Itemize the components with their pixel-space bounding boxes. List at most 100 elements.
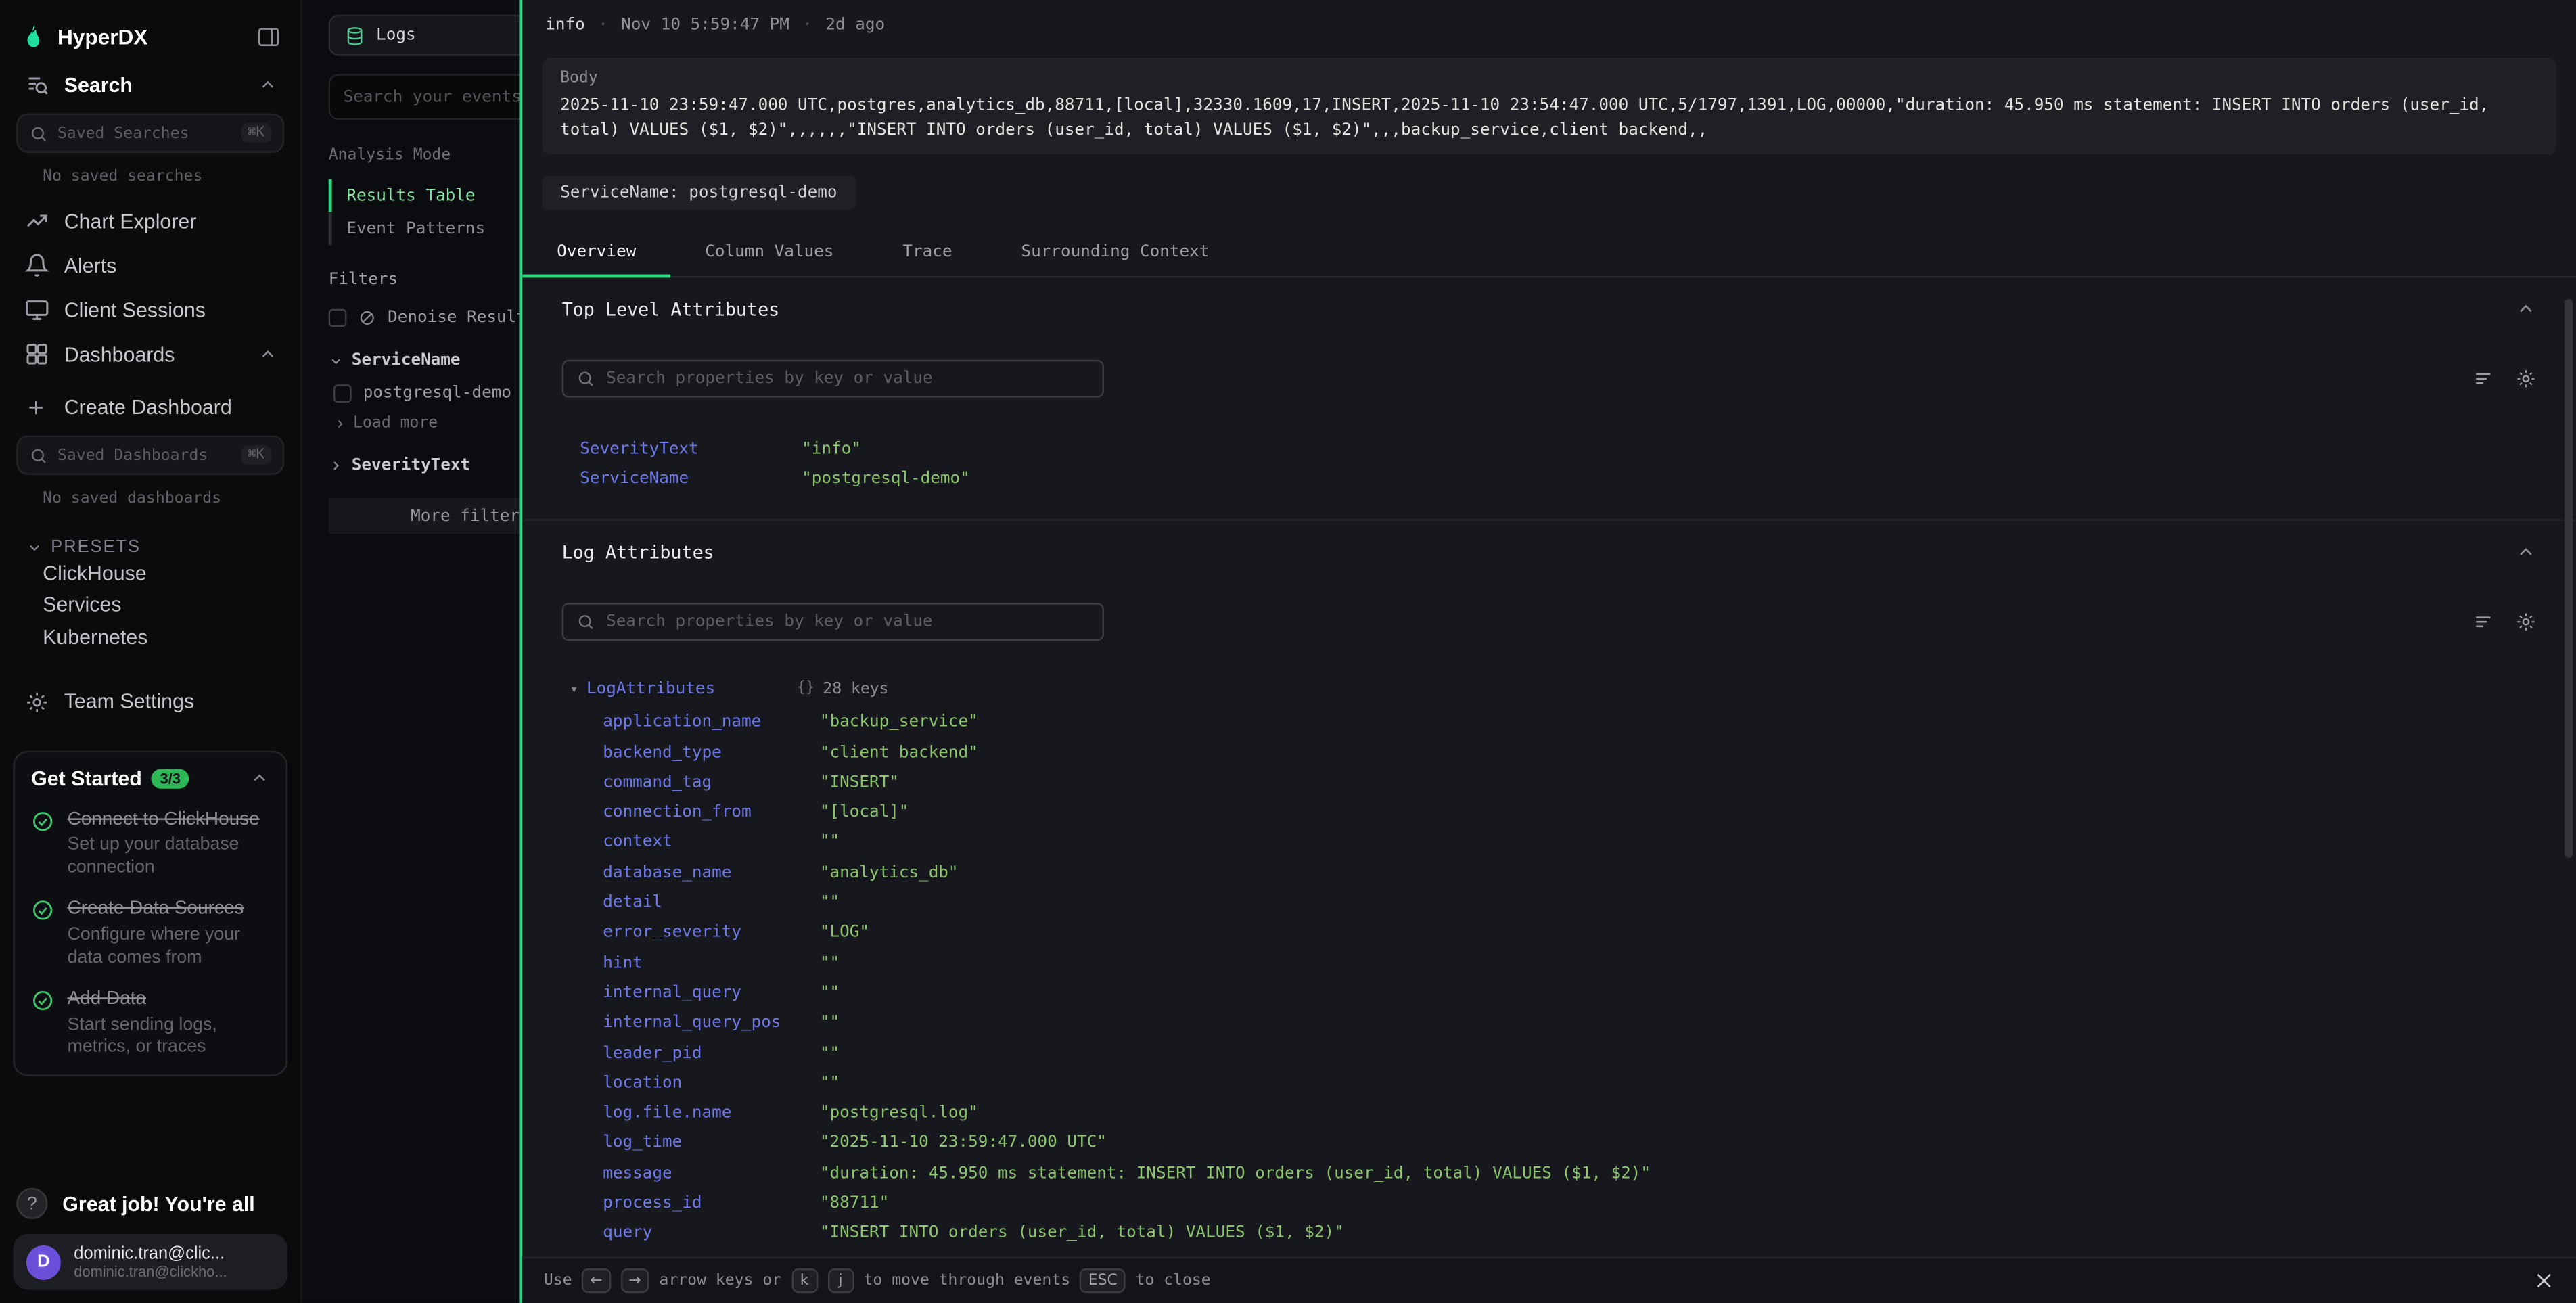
detail-tab[interactable]: Trace	[868, 229, 986, 276]
nav-team-settings[interactable]: Team Settings	[13, 679, 288, 724]
facet-value-checkbox[interactable]	[334, 384, 352, 403]
property-search-box[interactable]	[562, 602, 1104, 640]
get-started-item[interactable]: Add Data Start sending logs, metrics, or…	[31, 988, 269, 1060]
log-attributes-root[interactable]: ▾ LogAttributes {} 28 keys	[562, 673, 2537, 704]
attribute-row[interactable]: leader_pid ""	[603, 1038, 2536, 1068]
preset-dashboard-item[interactable]: Services	[13, 589, 288, 621]
attribute-key: SeverityText	[580, 440, 802, 458]
nav-alerts[interactable]: Alerts	[13, 243, 288, 288]
create-dashboard-button[interactable]: Create Dashboard	[13, 384, 288, 429]
help-icon[interactable]: ?	[16, 1188, 47, 1219]
saved-dashboards-search[interactable]: ⌘K	[16, 436, 284, 475]
detail-tab[interactable]: Column Values	[670, 229, 868, 276]
nav-client-sessions[interactable]: Client Sessions	[13, 288, 288, 332]
nav-search[interactable]: Search	[13, 62, 288, 107]
attribute-row[interactable]: location ""	[603, 1068, 2536, 1098]
chevron-up-icon[interactable]	[258, 344, 277, 364]
more-filters-button[interactable]: More filters	[329, 498, 520, 534]
scrollbar-thumb[interactable]	[2564, 299, 2573, 858]
chevron-up-icon[interactable]	[2515, 299, 2537, 321]
analysis-mode-option[interactable]: Event Patterns	[329, 212, 520, 245]
grid-icon	[23, 342, 49, 366]
event-relative-time: 2d ago	[825, 16, 885, 34]
event-search-box[interactable]	[329, 74, 520, 120]
facet-severitytext-header[interactable]: SeverityText	[329, 457, 520, 475]
list-view-icon[interactable]	[2472, 368, 2494, 390]
detail-tab[interactable]: Surrounding Context	[987, 229, 1244, 276]
settings-gear-icon[interactable]	[2515, 610, 2537, 632]
get-started-header[interactable]: Get Started 3/3	[31, 767, 269, 790]
property-search-input[interactable]	[606, 369, 1089, 388]
facet-value-row[interactable]: postgresql-demo	[334, 384, 519, 403]
section-title: Log Attributes	[562, 541, 714, 563]
get-started-item-desc: Set up your database connection	[68, 834, 268, 879]
attribute-row[interactable]: internal_query ""	[603, 978, 2536, 1008]
facet-value-label: postgresql-demo	[363, 384, 511, 403]
chevron-down-icon	[26, 539, 43, 555]
attribute-row[interactable]: backend_type "client backend"	[603, 737, 2536, 767]
sidebar-collapse-icon[interactable]	[256, 24, 281, 48]
saved-dashboards-input[interactable]	[58, 446, 231, 464]
preset-dashboard-item[interactable]: ClickHouse	[13, 557, 288, 589]
attribute-row[interactable]: command_tag "INSERT"	[603, 768, 2536, 798]
search-icon	[30, 446, 48, 464]
nav-team-settings-label: Team Settings	[64, 690, 278, 713]
attribute-row[interactable]: database_name "analytics_db"	[603, 858, 2536, 888]
denoise-toggle[interactable]: Denoise Results	[329, 309, 520, 327]
attribute-row[interactable]: connection_from "[local]"	[603, 798, 2536, 827]
saved-searches-search[interactable]: ⌘K	[16, 114, 284, 153]
presets-toggle[interactable]: PRESETS	[13, 537, 288, 557]
chevron-up-icon[interactable]	[250, 768, 269, 787]
attribute-row[interactable]: application_name "backup_service"	[603, 708, 2536, 737]
get-started-item[interactable]: Connect to ClickHouse Set up your databa…	[31, 808, 269, 880]
nav-dashboards[interactable]: Dashboards	[13, 332, 288, 377]
event-search-input[interactable]	[344, 88, 520, 106]
braces-icon: {}	[797, 681, 814, 697]
analysis-mode-option[interactable]: Results Table	[329, 179, 520, 212]
settings-gear-icon[interactable]	[2515, 368, 2537, 390]
user-menu[interactable]: D dominic.tran@clic... dominic.tran@clic…	[13, 1234, 288, 1290]
gear-icon	[23, 689, 49, 714]
preset-dashboard-item[interactable]: Kubernetes	[13, 621, 288, 653]
attribute-row[interactable]: detail ""	[603, 888, 2536, 917]
chevron-up-icon[interactable]	[2515, 541, 2537, 563]
property-search-box[interactable]	[562, 360, 1104, 398]
body-text[interactable]: 2025-11-10 23:59:47.000 UTC,postgres,ana…	[560, 95, 2538, 143]
avatar: D	[26, 1245, 61, 1279]
get-started-item[interactable]: Create Data Sources Configure where your…	[31, 898, 269, 970]
check-circle-icon	[31, 990, 54, 1013]
attribute-value: "info"	[802, 440, 861, 458]
source-selector-button[interactable]: Logs	[329, 15, 520, 56]
top-level-attributes-section: Top Level Attributes	[522, 277, 2576, 520]
facet-servicename: ServiceName postgresql-demo Load more	[329, 352, 520, 432]
attribute-row[interactable]: context ""	[603, 827, 2536, 857]
key-left-badge: ←	[582, 1268, 611, 1293]
attribute-row[interactable]: log_time "2025-11-10 23:59:47.000 UTC"	[603, 1128, 2536, 1158]
facet-severitytext: SeverityText	[329, 457, 520, 475]
attribute-row[interactable]: query "INSERT INTO orders (user_id, tota…	[603, 1218, 2536, 1248]
attribute-row[interactable]: internal_query_pos ""	[603, 1008, 2536, 1038]
attribute-row[interactable]: ServiceName "postgresql-demo"	[580, 464, 2536, 494]
service-tag-pill[interactable]: ServiceName: postgresql-demo	[542, 176, 855, 210]
nav-chart-explorer[interactable]: Chart Explorer	[13, 199, 288, 244]
load-more-button[interactable]: Load more	[334, 414, 519, 432]
user-name: dominic.tran@clic...	[74, 1243, 274, 1263]
facet-servicename-header[interactable]: ServiceName	[329, 352, 520, 370]
attribute-row[interactable]: error_severity "LOG"	[603, 918, 2536, 948]
caret-down-icon[interactable]: ▾	[570, 681, 586, 696]
close-icon[interactable]	[2533, 1270, 2555, 1291]
list-view-icon[interactable]	[2472, 610, 2494, 632]
saved-searches-input[interactable]	[58, 124, 231, 142]
chevron-up-icon[interactable]	[258, 74, 277, 94]
search-panel: Logs Analysis Mode Results Table Event P…	[302, 0, 520, 1303]
attribute-value: "client backend"	[820, 744, 978, 762]
denoise-checkbox[interactable]	[329, 309, 347, 327]
attribute-row[interactable]: hint ""	[603, 948, 2536, 978]
property-search-input[interactable]	[606, 612, 1089, 631]
attribute-row[interactable]: log.file.name "postgresql.log"	[603, 1098, 2536, 1128]
attribute-row[interactable]: message "duration: 45.950 ms statement: …	[603, 1158, 2536, 1188]
attribute-key: hint	[603, 954, 820, 972]
attribute-row[interactable]: SeverityText "info"	[580, 434, 2536, 463]
detail-tab[interactable]: Overview	[522, 229, 670, 276]
attribute-row[interactable]: process_id "88711"	[603, 1189, 2536, 1218]
